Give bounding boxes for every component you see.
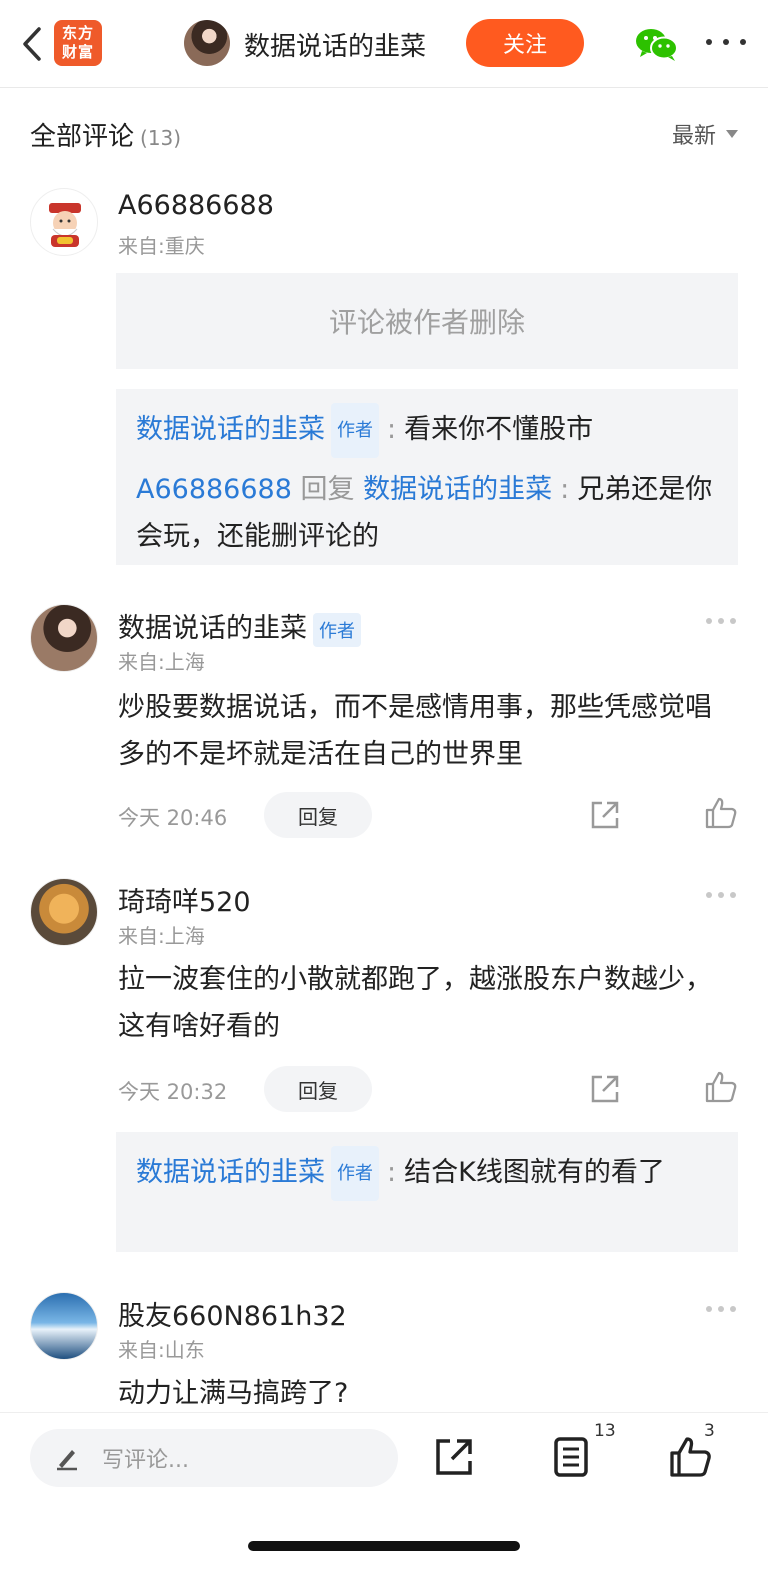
avatar[interactable] bbox=[30, 188, 98, 256]
reply-author[interactable]: 数据说话的韭菜 bbox=[136, 1157, 325, 1188]
author-badge: 作者 bbox=[313, 612, 361, 647]
comment-more-icon[interactable] bbox=[706, 1306, 736, 1314]
comment-text: 拉一波套住的小散就都跑了，越涨股东户数越少，这有啥好看的 bbox=[118, 964, 712, 1042]
comment-author-name-text: 数据说话的韭菜 bbox=[118, 613, 307, 644]
sort-label: 最新 bbox=[671, 124, 716, 149]
like-icon[interactable] bbox=[704, 1070, 738, 1104]
comment-author-name[interactable]: 股友660N861h32 bbox=[118, 1294, 347, 1333]
author-name[interactable]: 数据说话的韭菜 bbox=[244, 26, 426, 63]
comment-location: 来自:上海 bbox=[118, 650, 205, 674]
reply-word: 回复 bbox=[300, 474, 355, 505]
reply-button[interactable]: 回复 bbox=[264, 792, 372, 838]
comment-text: 炒股要数据说话，而不是感情用事，那些凭感觉唱多的不是坏就是活在自己的世界里 bbox=[118, 692, 712, 770]
write-comment-placeholder: 写评论... bbox=[102, 1448, 189, 1473]
reply-colon: : bbox=[560, 474, 570, 505]
author-badge: 作者 bbox=[331, 403, 379, 458]
write-comment-input[interactable]: 写评论... bbox=[30, 1429, 398, 1487]
comment-author-name[interactable]: 琦琦咩520 bbox=[118, 880, 251, 919]
comment-location: 来自:山东 bbox=[118, 1338, 205, 1362]
reply-text: 结合K线图就有的看了 bbox=[404, 1157, 665, 1188]
share-icon[interactable] bbox=[588, 1072, 622, 1106]
deleted-comment-notice: 评论被作者删除 bbox=[116, 273, 738, 369]
comment-list-icon[interactable] bbox=[550, 1435, 594, 1479]
comment-author-name[interactable]: 数据说话的韭菜 作者 bbox=[118, 606, 361, 647]
avatar[interactable] bbox=[30, 604, 98, 672]
like-icon[interactable] bbox=[668, 1435, 712, 1479]
reply-item[interactable]: 数据说话的韭菜 作者: 结合K线图就有的看了 bbox=[136, 1146, 718, 1201]
chevron-left-icon bbox=[23, 27, 41, 61]
comment-time: 今天 20:46 bbox=[118, 806, 228, 830]
comment-location: 来自:上海 bbox=[118, 924, 205, 948]
reply-colon: : bbox=[387, 1157, 397, 1188]
reply-thread: 数据说话的韭菜 作者: 结合K线图就有的看了 bbox=[116, 1132, 738, 1252]
comments-count: (13) bbox=[140, 126, 182, 150]
reply-item[interactable]: A66886688 回复 数据说话的韭菜: 兄弟还是你会玩，还能删评论的 bbox=[136, 466, 718, 560]
reply-author[interactable]: 数据说话的韭菜 bbox=[136, 414, 325, 445]
reply-thread: 数据说话的韭菜 作者: 看来你不懂股市 A66886688 回复 数据说话的韭菜: 兄… bbox=[116, 389, 738, 565]
bottom-bar: 写评论... 13 3 bbox=[0, 1412, 768, 1570]
more-icon[interactable] bbox=[706, 30, 746, 54]
logo-text-1: 东方 bbox=[61, 24, 94, 42]
top-bar: 东方 财富 数据说话的韭菜 关注 bbox=[0, 0, 768, 88]
reply-item[interactable]: 数据说话的韭菜 作者: 看来你不懂股市 bbox=[136, 403, 718, 458]
comment-count-badge: 13 bbox=[594, 1421, 616, 1441]
comment-author-name[interactable]: A66886688 bbox=[118, 190, 274, 221]
reply-author[interactable]: A66886688 bbox=[136, 474, 292, 505]
reply-button[interactable]: 回复 bbox=[264, 1066, 372, 1112]
pencil-icon bbox=[57, 1450, 77, 1471]
logo-text-2: 财富 bbox=[61, 43, 94, 61]
comment-time: 今天 20:32 bbox=[118, 1080, 228, 1104]
like-count-badge: 3 bbox=[704, 1421, 715, 1441]
triangle-down-icon bbox=[726, 130, 738, 138]
reply-colon: : bbox=[387, 414, 397, 445]
comment-location: 来自:重庆 bbox=[118, 234, 205, 258]
home-indicator bbox=[248, 1541, 520, 1551]
comment-text: 动力让满马搞跨了? bbox=[118, 1378, 349, 1409]
author-avatar[interactable] bbox=[184, 20, 230, 66]
like-icon[interactable] bbox=[704, 796, 738, 830]
back-button[interactable] bbox=[14, 22, 50, 66]
author-badge: 作者 bbox=[331, 1146, 379, 1201]
comments-title: 全部评论 bbox=[30, 122, 135, 152]
comment-more-icon[interactable] bbox=[706, 892, 736, 900]
app-logo: 东方 财富 bbox=[54, 20, 102, 66]
follow-button[interactable]: 关注 bbox=[466, 19, 584, 67]
sort-dropdown[interactable]: 最新 bbox=[672, 118, 738, 150]
reply-target[interactable]: 数据说话的韭菜 bbox=[363, 474, 552, 505]
wechat-icon[interactable] bbox=[634, 26, 680, 62]
reply-text: 看来你不懂股市 bbox=[404, 414, 594, 445]
comment-more-icon[interactable] bbox=[706, 618, 736, 626]
comments-header: 全部评论 (13) 最新 bbox=[30, 116, 738, 152]
share-icon[interactable] bbox=[432, 1435, 476, 1479]
avatar[interactable] bbox=[30, 1292, 98, 1360]
share-icon[interactable] bbox=[588, 798, 622, 832]
avatar[interactable] bbox=[30, 878, 98, 946]
